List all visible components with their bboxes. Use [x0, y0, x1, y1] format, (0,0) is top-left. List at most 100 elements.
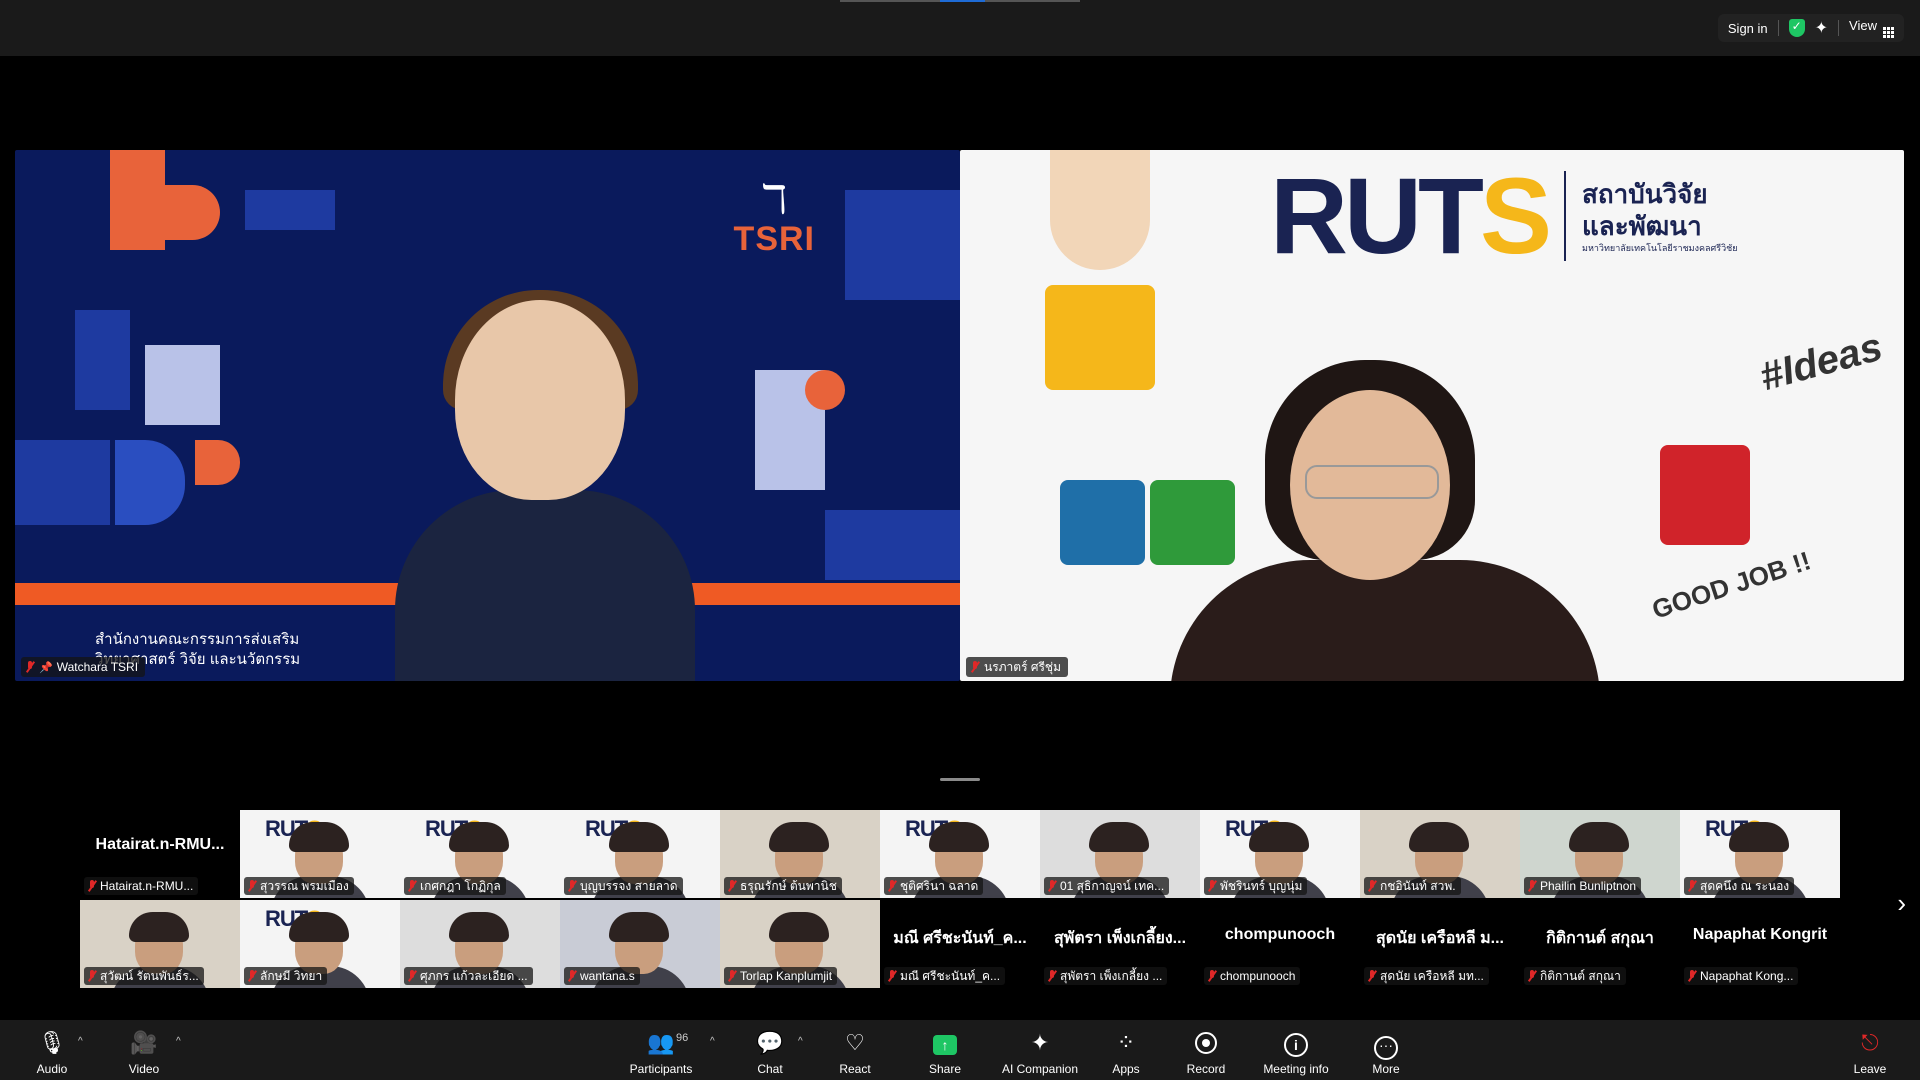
ai-sparkle-icon[interactable]: ✦	[1815, 18, 1828, 38]
participant-tile[interactable]: RUTSสุวรรณ พรมเมือง	[240, 810, 400, 898]
top-bar: Sign in ✦ View	[0, 0, 1920, 56]
participant-tile[interactable]: RUTSพัชรินทร์ บุญนุ่ม	[1200, 810, 1360, 898]
mic-muted-icon	[407, 970, 417, 982]
participant-tile[interactable]: กิติกานต์ สกุณา กิติกานต์ สกุณา	[1520, 900, 1680, 988]
mic-muted-icon	[970, 661, 980, 673]
participant-tile[interactable]: Phailin Bunliptnon	[1520, 810, 1680, 898]
participant-face	[609, 912, 669, 974]
bg-shape	[805, 370, 845, 410]
puzzle-yellow-icon	[1045, 285, 1155, 390]
participant-name: ชุติศรินา ฉลาด	[900, 878, 979, 893]
participant-tile[interactable]: ธรุณรักษ์ ต้นพานิช	[720, 810, 880, 898]
participant-face	[289, 822, 349, 884]
video-off-icon: 🎥	[130, 1030, 158, 1055]
gallery-row-1: Hatairat.n-RMU... Hatairat.n-RMU... RUTSสุ…	[80, 810, 1840, 898]
bg-shape	[195, 440, 240, 485]
good-job-text: GOOD JOB !!	[1648, 545, 1815, 625]
gallery-next-arrow-icon[interactable]: ›	[1897, 888, 1906, 919]
view-button[interactable]: View	[1849, 18, 1894, 38]
participant-face	[929, 822, 989, 884]
video-label: Video	[128, 1062, 160, 1076]
share-button[interactable]: ↑ Share	[905, 1030, 985, 1076]
bg-shape	[115, 440, 185, 525]
tsri-logo: ℸ TSRI	[734, 180, 815, 259]
mic-muted-icon	[887, 970, 897, 982]
video-button[interactable]: 🎥 Video	[104, 1030, 184, 1076]
participant-name-tag: wantana.s	[564, 967, 640, 985]
audio-options-caret-icon[interactable]: ^	[78, 1036, 83, 1047]
participant-tile[interactable]: สุพัตรา เพ็งเกลี้ยง... สุพัตรา เพ็งเกลี้ย…	[1040, 900, 1200, 988]
participant-tile[interactable]: Hatairat.n-RMU... Hatairat.n-RMU...	[80, 810, 240, 898]
apps-button[interactable]: ⁘ Apps	[1086, 1030, 1166, 1076]
gallery-resize-handle[interactable]	[940, 778, 980, 781]
participant-face	[1409, 822, 1469, 884]
mic-muted-icon	[1527, 970, 1537, 982]
tab-indicator	[840, 0, 1080, 2]
participant-name-tag: กชอินันท์ สวพ.	[1364, 877, 1461, 895]
leave-button[interactable]: ⎋ Leave	[1830, 1030, 1910, 1076]
bg-shape	[110, 150, 165, 250]
speaker-tile-watchara[interactable]: ℸ TSRI สำนักงานคณะกรรมการส่งเสริม วิทยาศ…	[15, 150, 960, 681]
participant-name-tag: กิติกานต์ สกุณา	[1524, 967, 1626, 985]
participant-tile[interactable]: กชอินันท์ สวพ.	[1360, 810, 1520, 898]
bg-shape	[15, 440, 110, 525]
participant-tile[interactable]: chompunooch chompunooch	[1200, 900, 1360, 988]
participants-options-caret-icon[interactable]: ^	[710, 1036, 715, 1047]
participant-face	[1729, 822, 1789, 884]
bg-shape	[845, 190, 960, 300]
audio-label: Audio	[36, 1062, 68, 1076]
ruts-thai-line-1: สถาบันวิจัย	[1582, 179, 1708, 209]
gallery-row-2: สุวัฒน์ รัตนพันธ์ร... RUTSลักษมี วิทยาศุภ…	[80, 900, 1840, 988]
speaker-tile-narapat[interactable]: RUTS สถาบันวิจัย และพัฒนา มหาวิทยาลัยเทค…	[960, 150, 1904, 681]
more-button[interactable]: ··· More	[1346, 1030, 1426, 1076]
participant-tile[interactable]: RUTSสุดคนึง ณ ระนอง	[1680, 810, 1840, 898]
bg-shape	[825, 510, 960, 580]
ruts-thai-sub: มหาวิทยาลัยเทคโนโลยีราชมงคลศรีวิชัย	[1582, 243, 1738, 253]
more-label: More	[1372, 1062, 1400, 1076]
participant-tile[interactable]: RUTSลักษมี วิทยา	[240, 900, 400, 988]
encryption-shield-icon[interactable]	[1788, 19, 1805, 37]
participant-tile[interactable]: RUTSชุติศรินา ฉลาด	[880, 810, 1040, 898]
participant-name: ลักษมี วิทยา	[260, 968, 323, 983]
ruts-logo: RUTS สถาบันวิจัย และพัฒนา มหาวิทยาลัยเทค…	[1270, 162, 1738, 270]
participant-tile[interactable]: สุวัฒน์ รัตนพันธ์ร...	[80, 900, 240, 988]
divider	[1838, 20, 1840, 36]
mic-muted-icon	[25, 661, 35, 673]
puzzle-red-icon	[1660, 445, 1750, 545]
participant-tile[interactable]: RUTSบุญบรรจง สายลาด	[560, 810, 720, 898]
mic-muted-icon	[1527, 880, 1537, 892]
sign-in-button[interactable]: Sign in	[1728, 21, 1768, 36]
bg-shape	[165, 185, 220, 240]
participant-name: สุพัตรา เพ็งเกลี้ยง ...	[1060, 968, 1163, 983]
ruts-thai-line-2: และพัฒนา	[1582, 211, 1702, 241]
record-button[interactable]: Record	[1166, 1030, 1246, 1076]
participants-button[interactable]: 👥 Participants	[621, 1030, 701, 1076]
participant-tile[interactable]: RUTSเกศกฎา โกฏิกุล	[400, 810, 560, 898]
video-options-caret-icon[interactable]: ^	[176, 1036, 181, 1047]
participant-face	[449, 912, 509, 974]
participant-name-tag: ชุติศรินา ฉลาด	[884, 877, 984, 895]
record-label: Record	[1186, 1062, 1226, 1076]
participant-face	[769, 822, 829, 884]
participant-tile[interactable]: Napaphat Kongrit Napaphat Kong...	[1680, 900, 1840, 988]
mic-muted-icon	[1367, 880, 1377, 892]
participant-tile[interactable]: สุดนัย เครือหลี ม... สุดนัย เครือหลี มท..…	[1360, 900, 1520, 988]
react-button[interactable]: ♡ React	[815, 1030, 895, 1076]
pin-icon: 📌	[39, 661, 53, 674]
participant-tile[interactable]: Torlap Kanplumjit	[720, 900, 880, 988]
participant-display-name: สุดนัย เครือหลี ม...	[1376, 930, 1504, 947]
ai-companion-button[interactable]: ✦ AI Companion	[990, 1030, 1090, 1076]
meeting-info-label: Meeting info	[1263, 1062, 1329, 1076]
apps-icon: ⁘	[1116, 1030, 1136, 1055]
puzzle-blue-icon	[1060, 480, 1145, 565]
participant-name-tag: เกศกฎา โกฏิกุล	[404, 877, 506, 895]
participant-tile[interactable]: wantana.s	[560, 900, 720, 988]
participant-tile[interactable]: มณี ศรีชะนันท์_ค... มณี ศรีชะนันท์_ค...	[880, 900, 1040, 988]
meeting-info-button[interactable]: i Meeting info	[1254, 1030, 1338, 1076]
chat-options-caret-icon[interactable]: ^	[798, 1036, 803, 1047]
speaker-name: นรภาตร์ ศรีชุ่ม	[984, 659, 1061, 674]
participant-tile[interactable]: 01 สุธิกาญจน์ เทค...	[1040, 810, 1200, 898]
participant-name-tag: สุดคนึง ณ ระนอง	[1684, 877, 1795, 895]
participant-tile[interactable]: ศุภกร แก้วละเอียด ...	[400, 900, 560, 988]
participant-display-name: Napaphat Kongrit	[1692, 926, 1828, 943]
